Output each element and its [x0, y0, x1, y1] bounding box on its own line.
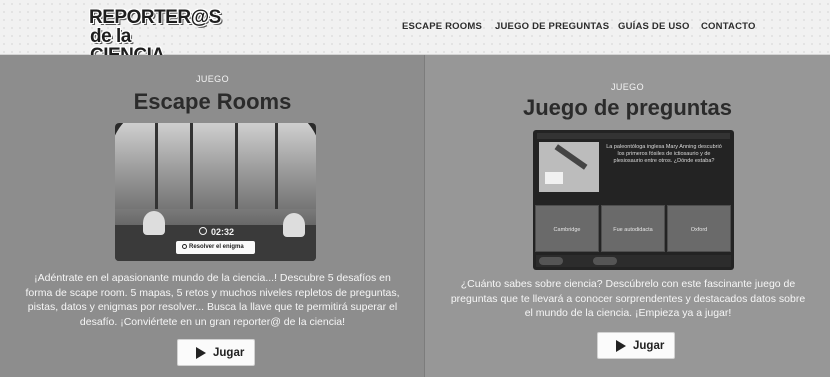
resolve-enigma-label: Resolver el enigma [189, 244, 244, 250]
key-icon [182, 244, 187, 249]
escape-title: Escape Rooms [133, 89, 292, 114]
hall-beam [275, 123, 278, 223]
hall-arch [115, 123, 316, 223]
quiz-panel: JUEGO Juego de preguntas La paleontóloga… [425, 55, 830, 377]
character-avatar-right [283, 213, 305, 237]
escape-description: ¡Adéntrate en el apasionante mundo de la… [25, 272, 400, 328]
quiz-question-text: La paleontóloga inglesa Mary Anning desc… [606, 144, 722, 164]
quiz-description: ¿Cuánto sabes sobre ciencia? Descúbrelo … [450, 278, 806, 319]
escape-play-button[interactable]: Jugar [177, 339, 255, 366]
clock-icon [199, 227, 207, 235]
page: REPORTER@S de la CIENCIA ESCAPE ROOMS JU… [0, 0, 830, 377]
nav-escape-rooms[interactable]: ESCAPE ROOMS [402, 21, 482, 32]
escape-eyebrow: JUEGO [195, 74, 229, 84]
nav-juego-de-preguntas[interactable]: JUEGO DE PREGUNTAS [495, 21, 609, 32]
hall-beam [190, 123, 193, 223]
quiz-preview-image[interactable]: La paleontóloga inglesa Mary Anning desc… [533, 130, 734, 270]
quiz-play-label: Jugar [633, 340, 665, 352]
nav-contacto[interactable]: CONTACTO [701, 21, 756, 32]
escape-play-label: Jugar [213, 347, 245, 359]
quiz-title: Juego de preguntas [522, 95, 733, 120]
play-icon [196, 347, 206, 359]
quiz-option-3[interactable]: Oxford [667, 205, 731, 252]
quiz-score-badge [593, 257, 617, 265]
quiz-play-button[interactable]: Jugar [597, 332, 675, 359]
quiz-question-picture [539, 142, 599, 192]
hall-beam [235, 123, 238, 223]
quiz-top-bar [537, 133, 730, 139]
hall-beam [155, 123, 158, 223]
resolve-enigma-button[interactable]: Resolver el enigma [176, 241, 255, 254]
quiz-bottom-bar [536, 255, 731, 267]
fossil-shape [554, 144, 588, 170]
quiz-player-badge [539, 257, 563, 265]
site-header: REPORTER@S de la CIENCIA ESCAPE ROOMS JU… [0, 0, 830, 65]
main-nav: ESCAPE ROOMS JUEGO DE PREGUNTAS GUÍAS DE… [0, 21, 830, 37]
character-avatar-left [143, 211, 165, 235]
countdown-timer: 02:32 [211, 227, 235, 237]
nav-guias-de-uso[interactable]: GUÍAS DE USO [618, 21, 690, 32]
quiz-option-1[interactable]: Cambridge [535, 205, 599, 252]
escape-rooms-panel: JUEGO Escape Rooms 02:32 Resolver el eni… [0, 55, 425, 377]
fossil-label [545, 172, 563, 184]
escape-room-preview-image[interactable]: 02:32 Resolver el enigma [115, 123, 316, 261]
quiz-eyebrow: JUEGO [610, 82, 644, 92]
play-icon [616, 340, 626, 352]
quiz-option-2[interactable]: Fue autodidacta [601, 205, 665, 252]
